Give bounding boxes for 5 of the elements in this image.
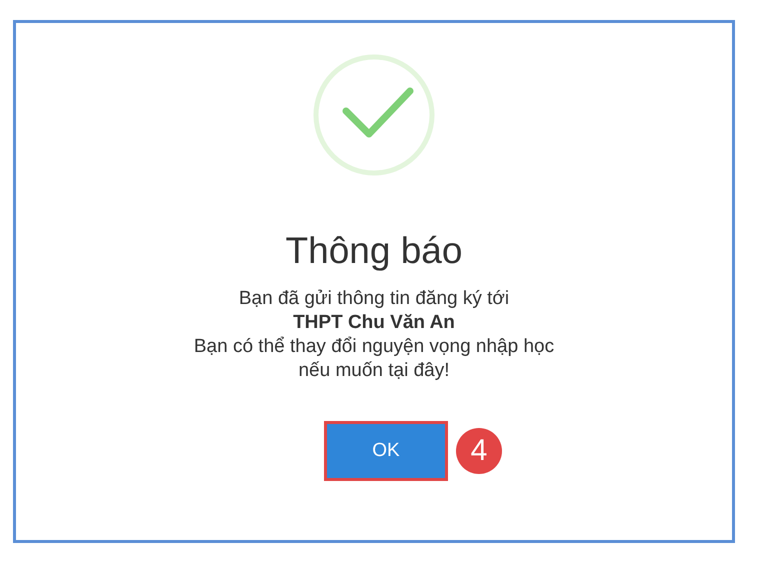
dialog-message: Bạn đã gửi thông tin đăng ký tới THPT Chu Văn An Bạn có thể thay đổi nguyện vọng nhập học nếu muốn tại đây!	[194, 287, 554, 383]
check-circle-icon	[312, 53, 436, 177]
step-badge: 4	[456, 428, 502, 474]
ok-button[interactable]: OK	[324, 421, 448, 481]
dialog-title: Thông báo	[286, 229, 462, 273]
